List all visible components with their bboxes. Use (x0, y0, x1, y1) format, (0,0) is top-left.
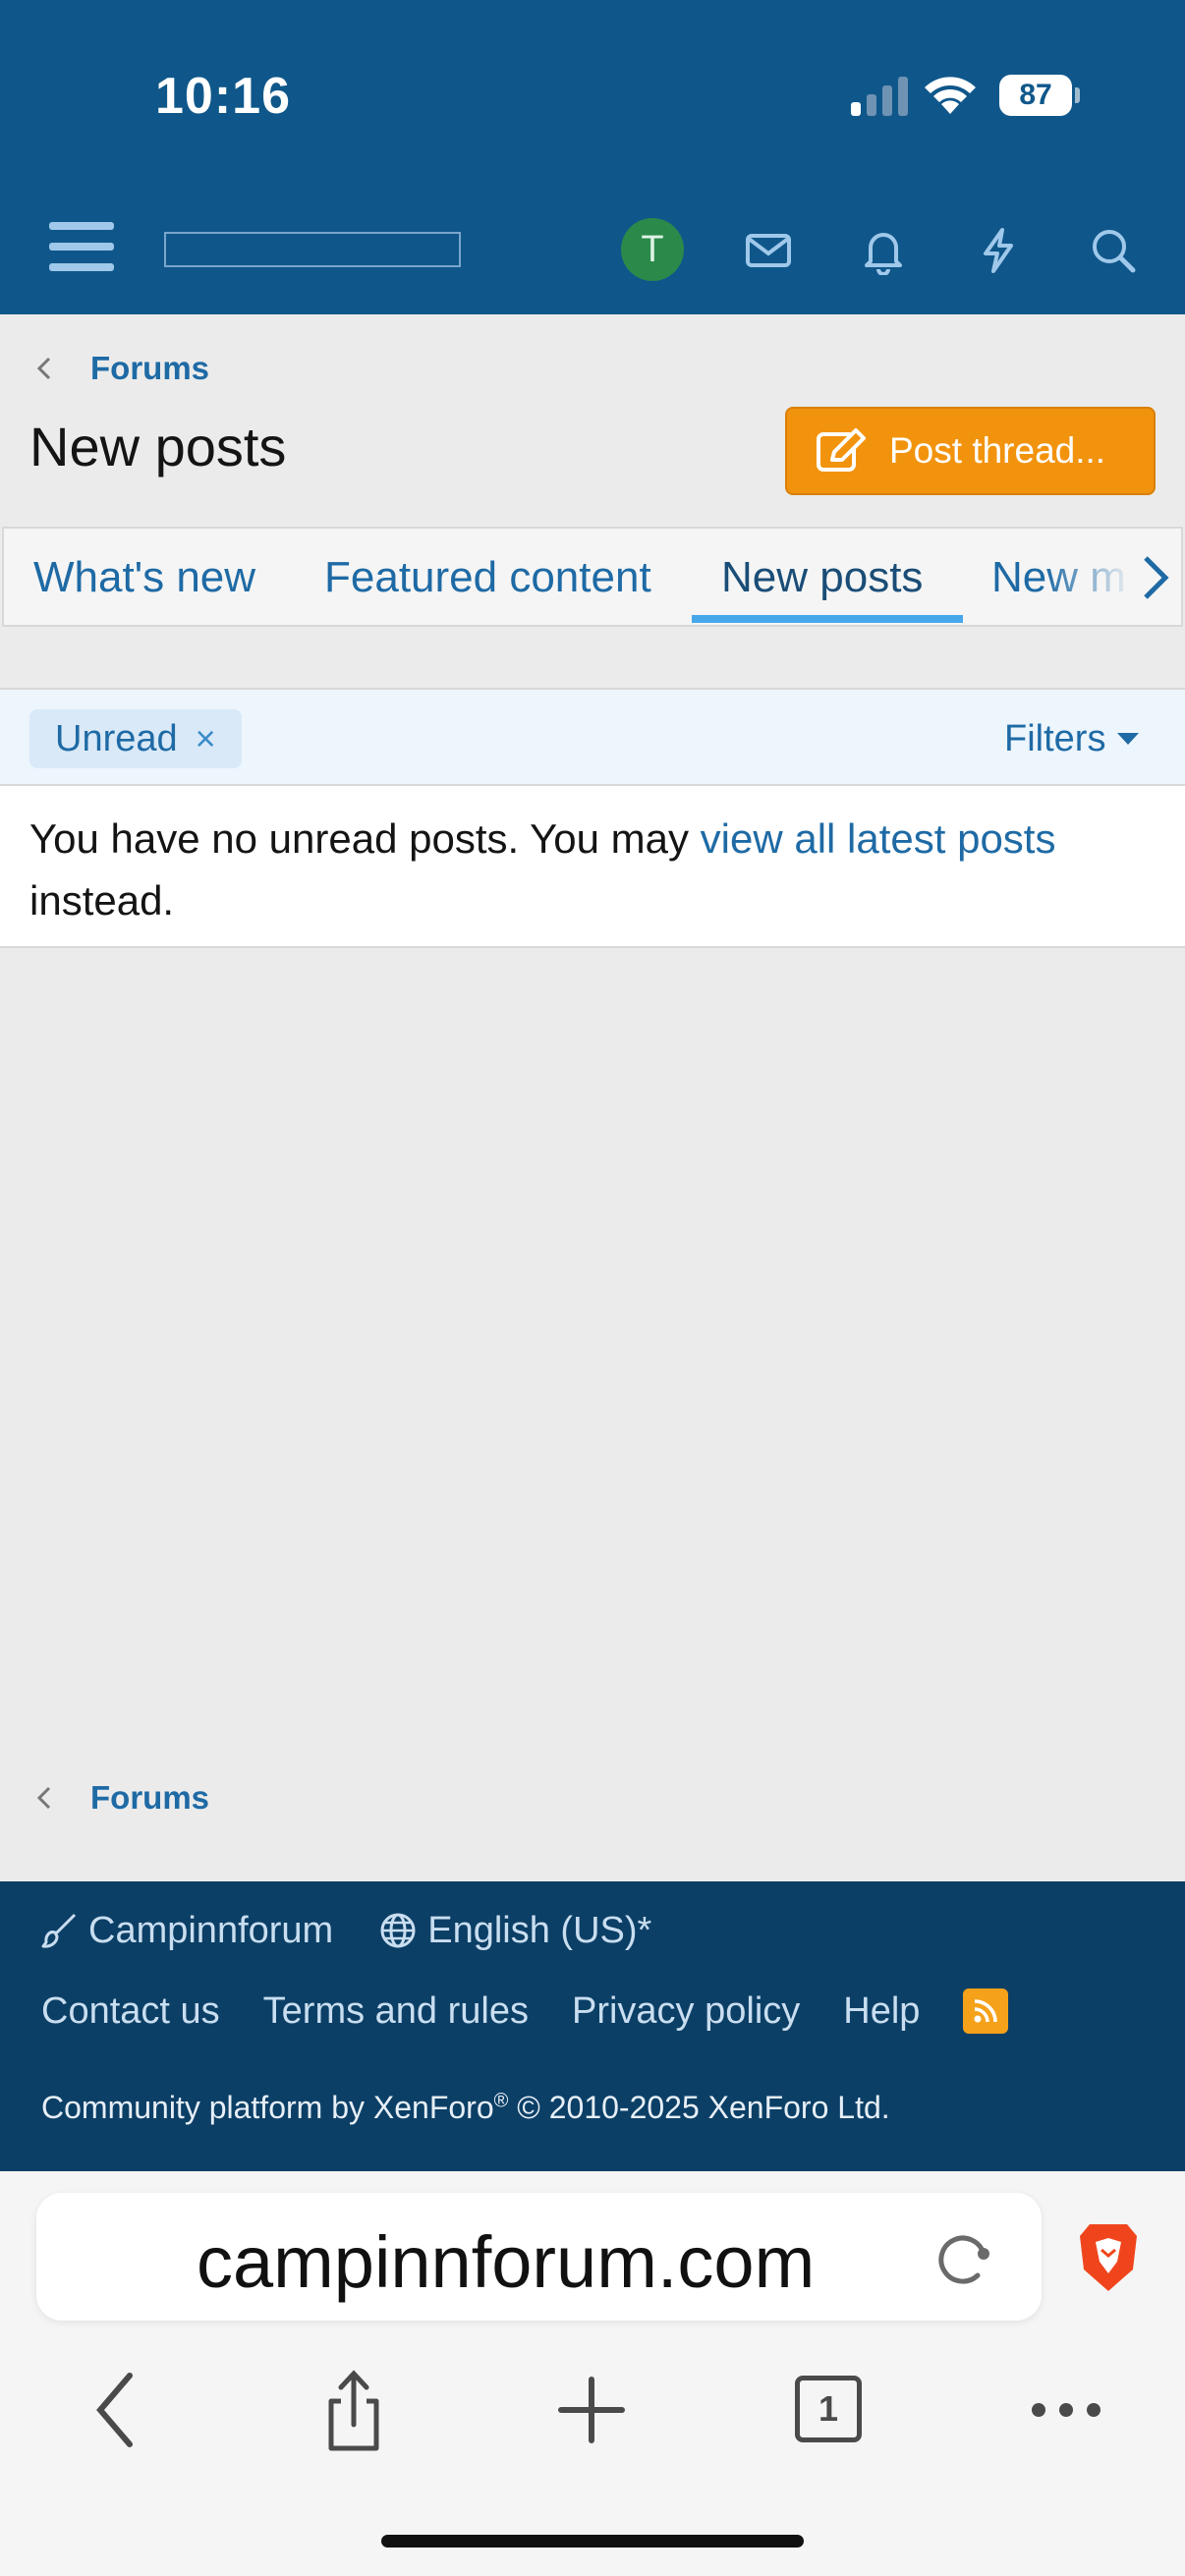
breadcrumb[interactable]: Forums (29, 339, 209, 398)
new-tab-icon[interactable] (547, 2366, 636, 2454)
rss-icon[interactable] (963, 1988, 1009, 2034)
search-icon[interactable] (1089, 226, 1138, 275)
breadcrumb-forums-link[interactable]: Forums (90, 1779, 209, 1817)
copyright-text[interactable]: Community platform by XenForo® © 2010-20… (41, 2090, 890, 2126)
tab-new-posts[interactable]: New posts (721, 529, 923, 625)
terms-link[interactable]: Terms and rules (263, 1990, 529, 2033)
message-text: You have no unread posts. You may (29, 815, 701, 862)
post-thread-label: Post thread... (889, 430, 1106, 471)
unread-filter-chip[interactable]: Unread × (29, 709, 242, 768)
url-text[interactable]: campinnforum.com (197, 2220, 815, 2304)
inbox-icon[interactable] (744, 226, 793, 275)
caret-down-icon (1117, 733, 1140, 745)
site-footer: Campinnforum English (US)* Contact us Te… (0, 1881, 1185, 2171)
breadcrumb-forums-link[interactable]: Forums (90, 350, 209, 387)
browser-toolbar: campinnforum.com 1 (0, 2171, 1185, 2576)
message-suffix: instead. (29, 877, 175, 924)
privacy-policy-link[interactable]: Privacy policy (572, 1990, 800, 2033)
chevron-right-icon[interactable] (1134, 550, 1177, 605)
post-thread-button[interactable]: Post thread... (785, 407, 1156, 495)
filters-label: Filters (1004, 718, 1106, 759)
empty-state-message: You have no unread posts. You may view a… (0, 786, 1185, 948)
lightning-icon[interactable] (974, 226, 1023, 275)
site-header: T (0, 196, 1185, 314)
section-tabs: What's new Featured content New posts Ne… (2, 527, 1183, 627)
help-link[interactable]: Help (843, 1990, 920, 2033)
style-chooser-link[interactable]: Campinnforum (88, 1910, 333, 1952)
status-bar: 10:16 87 (0, 0, 1185, 196)
battery-level: 87 (999, 75, 1072, 116)
globe-icon (380, 1913, 416, 1948)
reload-icon[interactable] (929, 2224, 997, 2293)
chevron-left-icon (36, 357, 51, 380)
cellular-signal-icon (851, 77, 908, 116)
avatar[interactable]: T (621, 218, 684, 281)
page-title: New posts (29, 416, 287, 477)
wifi-icon (925, 77, 976, 114)
battery-icon: 87 (999, 75, 1080, 116)
edit-icon (817, 428, 866, 472)
menu-icon[interactable] (49, 222, 114, 277)
bell-icon[interactable] (859, 226, 908, 275)
brave-shield-icon[interactable] (1076, 2220, 1141, 2295)
close-icon[interactable]: × (196, 718, 216, 758)
status-time: 10:16 (155, 68, 291, 125)
filter-bar: Unread × Filters (0, 688, 1185, 786)
active-tab-indicator (692, 615, 963, 623)
home-indicator[interactable] (381, 2535, 804, 2548)
share-icon[interactable] (310, 2366, 398, 2454)
address-bar[interactable]: campinnforum.com (36, 2193, 1042, 2321)
tabs-button[interactable]: 1 (785, 2366, 874, 2454)
paintbrush-icon (41, 1913, 77, 1948)
site-logo[interactable] (164, 232, 461, 267)
breadcrumb-bottom[interactable]: Forums (29, 1768, 209, 1827)
back-icon[interactable] (73, 2366, 161, 2454)
unread-chip-label: Unread (55, 718, 178, 759)
chevron-left-icon (36, 1786, 51, 1810)
filters-dropdown[interactable]: Filters (1004, 711, 1141, 766)
view-all-latest-posts-link[interactable]: view all latest posts (701, 815, 1056, 862)
tab-whats-new[interactable]: What's new (33, 529, 255, 625)
contact-us-link[interactable]: Contact us (41, 1990, 220, 2033)
language-chooser-link[interactable]: English (US)* (427, 1910, 651, 1952)
tab-featured-content[interactable]: Featured content (324, 529, 651, 625)
tab-count: 1 (795, 2376, 862, 2442)
more-options-icon[interactable] (1022, 2366, 1110, 2454)
